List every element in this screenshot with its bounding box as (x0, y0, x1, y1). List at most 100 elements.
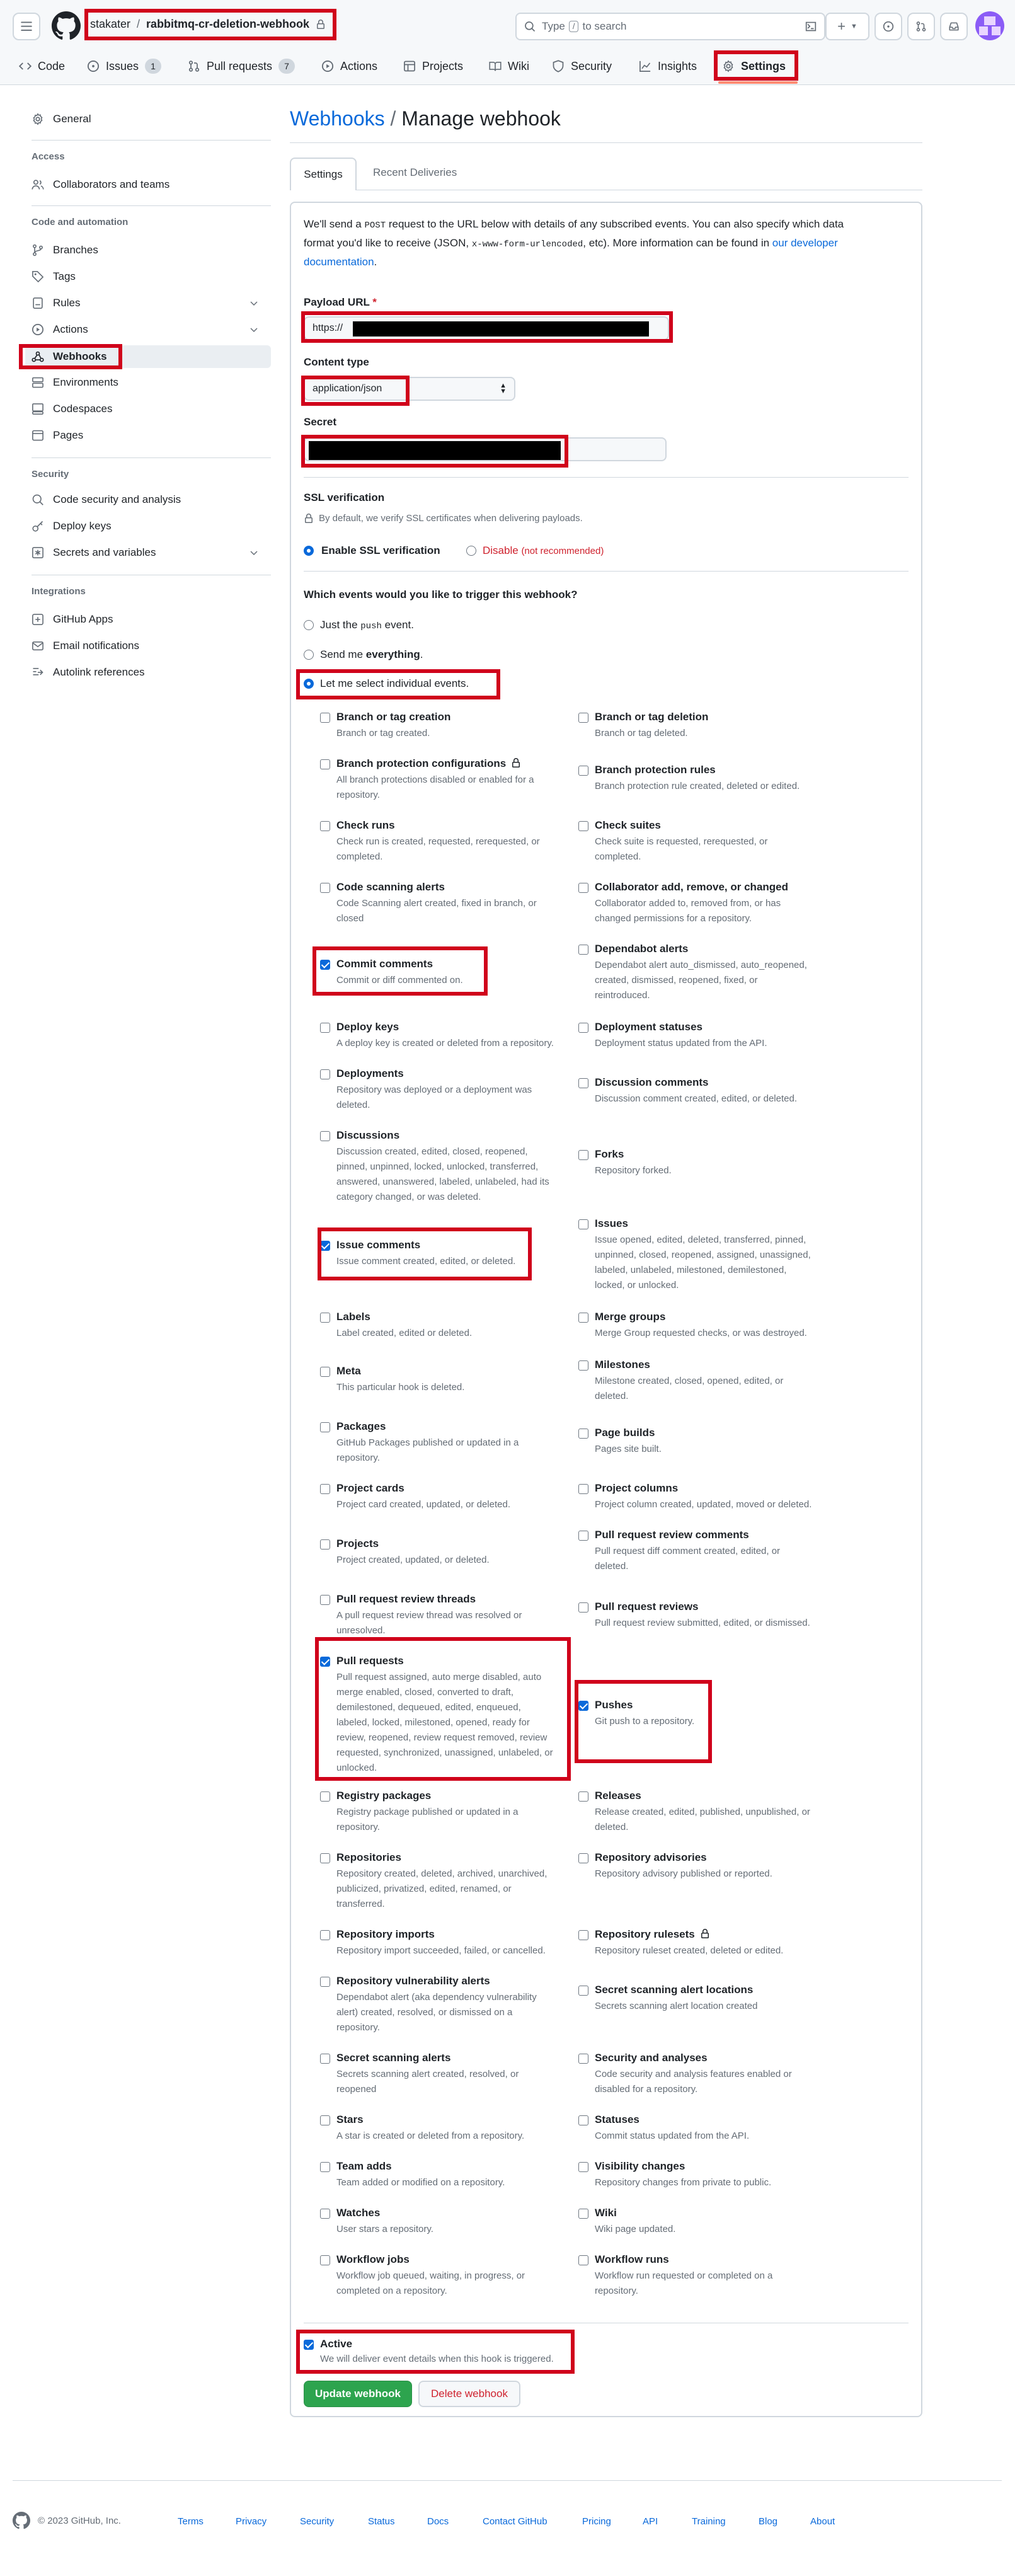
sidebar-item-secrets[interactable]: Secrets and variables (32, 542, 156, 563)
sidebar-item-general[interactable]: General (32, 108, 91, 130)
footer-link-terms[interactable]: Terms (178, 2516, 204, 2527)
event-checkbox[interactable] (578, 1023, 588, 1033)
developer-docs-link[interactable]: our developer (772, 237, 838, 249)
send-everything-radio[interactable] (304, 650, 314, 660)
tab-settings-sub[interactable]: Settings (290, 158, 357, 190)
event-checkbox[interactable] (578, 713, 588, 723)
sidebar-item-github-apps[interactable]: GitHub Apps (32, 609, 113, 630)
tab-recent-deliveries[interactable]: Recent Deliveries (373, 166, 457, 179)
chevron-down-icon[interactable] (249, 298, 259, 308)
sidebar-item-codespaces[interactable]: Codespaces (32, 398, 113, 420)
event-checkbox[interactable] (320, 821, 330, 831)
event-checkbox[interactable] (320, 1313, 330, 1323)
issues-shortcut-button[interactable] (875, 13, 902, 40)
footer-link-docs[interactable]: Docs (427, 2516, 449, 2527)
event-checkbox[interactable] (578, 1986, 588, 1996)
avatar[interactable] (975, 11, 1004, 40)
footer-link-training[interactable]: Training (692, 2516, 726, 2527)
event-checkbox[interactable] (320, 1367, 330, 1377)
event-checkbox[interactable] (578, 2162, 588, 2172)
footer-link-security[interactable]: Security (300, 2516, 334, 2527)
ssl-enable-radio[interactable] (304, 546, 314, 556)
ssl-disable-radio[interactable] (466, 546, 476, 556)
event-checkbox[interactable] (320, 2162, 330, 2172)
event-checkbox[interactable] (578, 1219, 588, 1229)
event-checkbox[interactable] (578, 1531, 588, 1541)
notifications-button[interactable] (940, 13, 968, 40)
menu-button[interactable] (13, 13, 40, 40)
event-checkbox[interactable] (578, 1602, 588, 1613)
event-checkbox[interactable] (578, 1853, 588, 1863)
event-checkbox[interactable] (578, 1078, 588, 1088)
footer-link-blog[interactable]: Blog (759, 2516, 777, 2527)
event-checkbox[interactable] (578, 766, 588, 776)
event-checkbox[interactable] (320, 1539, 330, 1550)
event-checkbox[interactable] (320, 1422, 330, 1432)
event-checkbox[interactable] (320, 759, 330, 769)
event-checkbox[interactable] (578, 2255, 588, 2265)
event-checkbox[interactable] (320, 1791, 330, 1802)
tab-wiki[interactable]: Wiki (489, 55, 529, 77)
event-checkbox[interactable] (578, 1791, 588, 1802)
developer-docs-link-2[interactable]: documentation (304, 256, 374, 268)
sidebar-item-collaborators[interactable]: Collaborators and teams (32, 174, 169, 195)
event-checkbox[interactable] (578, 2115, 588, 2125)
tab-projects[interactable]: Projects (403, 55, 463, 77)
tab-issues[interactable]: Issues 1 (87, 55, 162, 77)
event-checkbox[interactable] (320, 1069, 330, 1079)
tab-pull-requests[interactable]: Pull requests 7 (188, 55, 295, 77)
sidebar-item-environments[interactable]: Environments (32, 372, 118, 393)
github-logo-icon[interactable] (13, 2512, 30, 2529)
event-checkbox[interactable] (320, 1595, 330, 1605)
event-checkbox[interactable] (320, 1977, 330, 1987)
footer-link-pricing[interactable]: Pricing (582, 2516, 611, 2527)
sidebar-item-email-notifications[interactable]: Email notifications (32, 635, 139, 657)
footer-link-privacy[interactable]: Privacy (236, 2516, 267, 2527)
tab-security[interactable]: Security (552, 55, 612, 77)
tab-insights[interactable]: Insights (639, 55, 697, 77)
footer-link-api[interactable]: API (643, 2516, 658, 2527)
event-checkbox[interactable] (320, 1853, 330, 1863)
delete-webhook-button[interactable]: Delete webhook (418, 2381, 520, 2407)
sidebar-item-autolink[interactable]: Autolink references (32, 662, 145, 683)
event-checkbox[interactable] (320, 1131, 330, 1141)
event-checkbox[interactable] (320, 2255, 330, 2265)
event-checkbox[interactable] (320, 2115, 330, 2125)
event-checkbox[interactable] (320, 1023, 330, 1033)
command-palette-icon[interactable] (805, 21, 817, 32)
footer-link-contact[interactable]: Contact GitHub (483, 2516, 548, 2527)
event-checkbox[interactable] (320, 883, 330, 893)
event-checkbox[interactable] (578, 1313, 588, 1323)
event-checkbox[interactable] (320, 713, 330, 723)
chevron-down-icon[interactable] (249, 325, 259, 335)
sidebar-item-actions[interactable]: Actions (32, 319, 88, 340)
event-checkbox[interactable] (578, 1484, 588, 1494)
pull-requests-shortcut-button[interactable] (907, 13, 935, 40)
event-checkbox[interactable] (578, 821, 588, 831)
event-checkbox[interactable] (320, 2209, 330, 2219)
event-checkbox[interactable] (578, 2054, 588, 2064)
event-checkbox[interactable] (320, 2054, 330, 2064)
sidebar-item-branches[interactable]: Branches (32, 239, 98, 261)
tab-actions[interactable]: Actions (321, 55, 377, 77)
event-checkbox[interactable] (578, 1429, 588, 1439)
footer-link-status[interactable]: Status (368, 2516, 395, 2527)
event-checkbox[interactable] (578, 883, 588, 893)
sidebar-item-rules[interactable]: Rules (32, 292, 80, 314)
sidebar-item-deploy-keys[interactable]: Deploy keys (32, 515, 112, 537)
just-push-radio[interactable] (304, 620, 314, 630)
sidebar-item-pages[interactable]: Pages (32, 425, 83, 446)
create-new-button[interactable]: + ▼ (825, 13, 869, 40)
event-checkbox[interactable] (578, 1360, 588, 1371)
github-logo-icon[interactable] (52, 11, 81, 43)
event-checkbox[interactable] (578, 1150, 588, 1160)
event-checkbox[interactable] (578, 2209, 588, 2219)
event-checkbox[interactable] (578, 1930, 588, 1940)
event-checkbox[interactable] (320, 1484, 330, 1494)
event-checkbox[interactable] (578, 945, 588, 955)
breadcrumb-webhooks-link[interactable]: Webhooks (290, 107, 385, 130)
search-input[interactable]: Type / to search (515, 13, 825, 40)
event-checkbox[interactable] (320, 1930, 330, 1940)
footer-link-about[interactable]: About (810, 2516, 835, 2527)
chevron-down-icon[interactable] (249, 548, 259, 558)
